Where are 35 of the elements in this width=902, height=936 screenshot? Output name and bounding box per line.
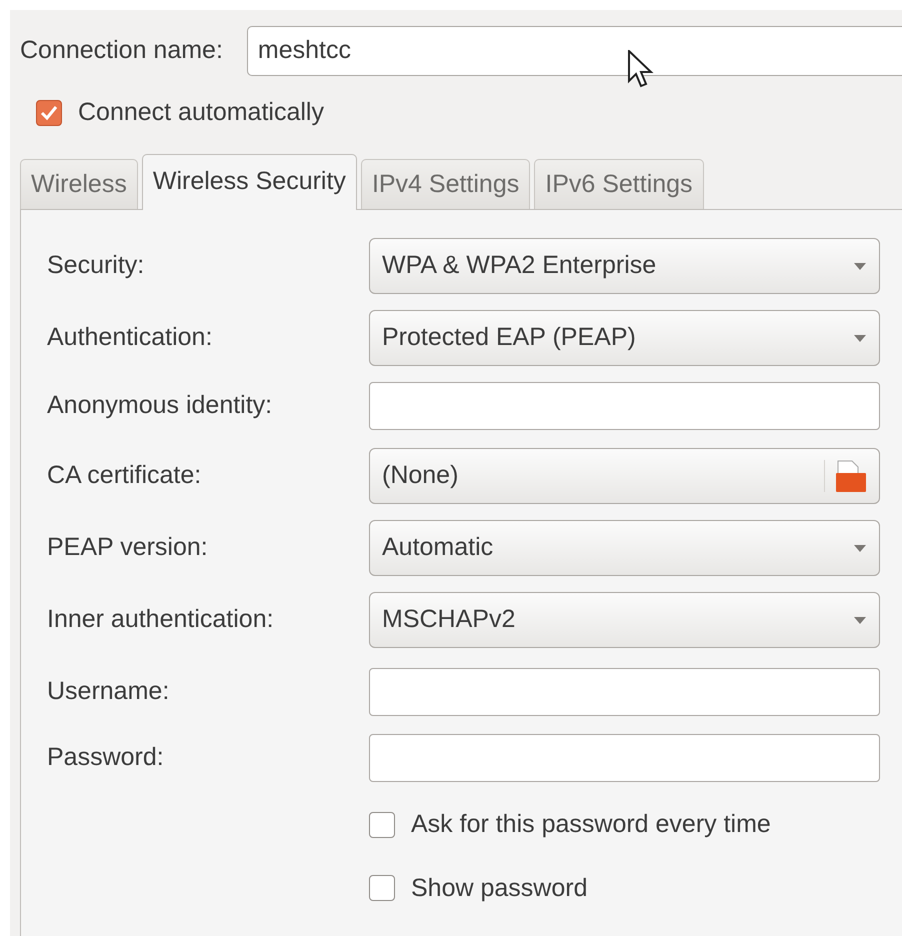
dropdown-arrow-icon xyxy=(853,616,867,624)
checkbox-label: Show password xyxy=(411,872,588,904)
dropdown[interactable]: WPA & WPA2 Enterprise xyxy=(369,238,880,294)
tab[interactable]: Wireless Security xyxy=(142,154,357,210)
field-label: Username: xyxy=(47,676,170,708)
dropdown[interactable]: Automatic xyxy=(369,520,880,576)
dropdown-arrow-icon xyxy=(853,544,867,552)
field-label: Anonymous identity: xyxy=(47,390,274,422)
cursor-icon xyxy=(628,50,654,88)
field-label: Connection name: xyxy=(20,35,223,66)
dropdown-arrow-icon xyxy=(853,262,867,270)
connection-name-field[interactable]: meshtcc xyxy=(246,26,902,76)
folder-icon xyxy=(835,459,867,493)
dropdown-arrow-icon xyxy=(853,334,867,342)
field-label: CA certificate: xyxy=(47,460,202,492)
dropdown[interactable]: Protected EAP (PEAP) xyxy=(369,310,880,366)
checkbox[interactable] xyxy=(369,812,395,838)
tab[interactable]: IPv4 Settings xyxy=(360,158,530,209)
field-label: Password: xyxy=(47,742,165,774)
checkbox-label: Connect automatically xyxy=(78,97,324,128)
tab[interactable]: Wireless xyxy=(20,158,138,209)
field-label: Inner authentication: xyxy=(47,604,275,636)
text-field[interactable] xyxy=(369,734,880,782)
field-label: PEAP version: xyxy=(47,532,209,564)
text-field[interactable] xyxy=(369,382,880,430)
field-label: Security: xyxy=(47,250,146,282)
file-chooser-button[interactable]: (None) xyxy=(369,448,880,504)
checkbox-label: Ask for this password every time xyxy=(411,809,771,840)
checkmark-icon xyxy=(39,104,59,122)
dropdown[interactable]: MSCHAPv2 xyxy=(369,592,880,648)
tab[interactable]: IPv6 Settings xyxy=(534,158,704,209)
checkbox[interactable] xyxy=(36,100,62,126)
checkbox[interactable] xyxy=(369,875,395,902)
text-field[interactable] xyxy=(369,668,880,716)
field-label: Authentication: xyxy=(47,322,214,354)
